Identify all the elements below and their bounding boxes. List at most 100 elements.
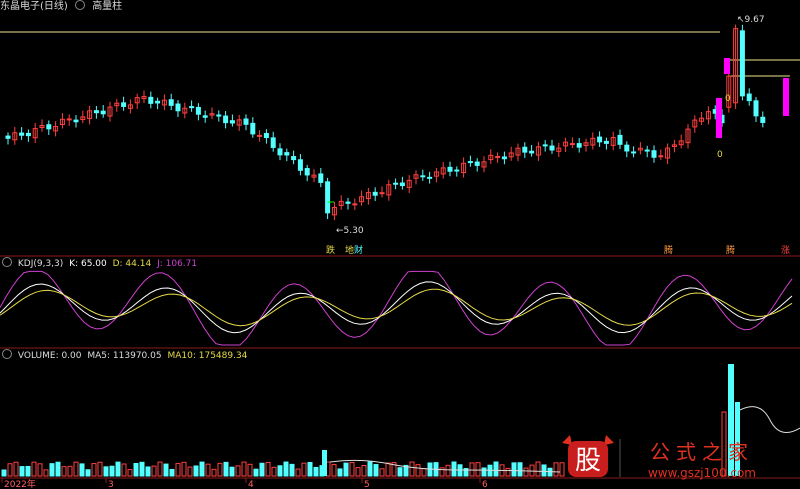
candle-body — [277, 148, 283, 156]
candle-body — [624, 144, 630, 152]
kdj-settings-icon[interactable] — [2, 257, 12, 267]
volume-header: VOLUME: 0.00 MA5: 113970.05 MA10: 175489… — [2, 349, 250, 362]
marker-zhang: 涨 — [781, 246, 791, 256]
volume-bar — [109, 465, 115, 477]
volume-bar — [103, 466, 109, 477]
volume-title: VOLUME: 0.00 — [17, 351, 82, 361]
volume-bar — [445, 464, 451, 477]
volume-bar — [19, 466, 25, 477]
watermark-url: www.gszj100.com — [648, 466, 756, 480]
candle-body — [19, 132, 25, 136]
volume-bar — [79, 463, 85, 477]
volume-bar — [145, 466, 151, 477]
volume-bar — [139, 461, 145, 477]
volume-bar — [43, 469, 49, 477]
volume-bar — [13, 461, 19, 477]
candle-body — [195, 106, 201, 115]
volume-bar — [409, 461, 415, 477]
volume-bar — [265, 461, 271, 477]
x-tick-label: 2022年 — [4, 478, 36, 489]
zero-label-b: 0 — [717, 150, 723, 160]
kdj-header: KDJ(9,3,3) K: 65.00 D: 44.14 J: 106.71 — [2, 257, 200, 270]
volume-bar — [259, 462, 265, 477]
volume-bar — [73, 461, 79, 477]
candle-body — [291, 156, 297, 161]
volume-bar — [193, 465, 199, 477]
volume-bar — [169, 468, 175, 477]
candle-body — [270, 137, 276, 148]
candle-body — [631, 151, 637, 154]
kdj-d: D: 44.14 — [112, 259, 152, 269]
candle-body — [495, 156, 501, 159]
stock-name: 东晶电子(日线) — [0, 1, 68, 12]
low-price-label: ←5.30 — [336, 226, 364, 236]
x-tick-label: 6 — [482, 480, 488, 489]
candle-body — [372, 191, 378, 196]
candle-body — [597, 136, 603, 143]
volume-bar — [55, 461, 61, 477]
kdj-panel — [0, 270, 793, 346]
chart-header: 东晶电子(日线) 高量柱 — [0, 0, 126, 14]
candle-body — [155, 100, 161, 104]
volume-bar — [247, 463, 253, 477]
candle-body — [257, 134, 263, 137]
volume-settings-icon[interactable] — [2, 349, 12, 359]
volume-bar — [529, 464, 535, 477]
candle-body — [66, 118, 72, 121]
candle-body — [542, 144, 548, 147]
candle-body — [189, 106, 195, 109]
volume-bar — [493, 461, 499, 477]
volume-bar — [67, 465, 73, 477]
candle-body — [420, 175, 426, 178]
volume-bar — [481, 467, 487, 477]
volume-bar — [523, 467, 529, 477]
candle-body — [651, 150, 657, 158]
candle-body — [263, 133, 269, 139]
volume-bar — [217, 462, 223, 477]
volume-bar — [415, 464, 421, 477]
kdj-j: J: 106.71 — [157, 259, 198, 269]
candle-body — [345, 201, 351, 204]
candle-body — [454, 169, 460, 172]
candle-body — [202, 115, 208, 118]
volume-bar — [295, 468, 301, 477]
volume-bar — [235, 465, 241, 477]
candle-body — [658, 155, 664, 158]
marker-cai: 财 — [354, 246, 364, 256]
volume-bar — [277, 465, 283, 477]
candle-body — [746, 93, 752, 102]
volume-bar — [85, 469, 91, 477]
x-axis: 2022年 3 4 5 6 — [1, 478, 488, 489]
candle-body — [46, 124, 52, 130]
watermark-text: 公式之家 — [650, 440, 754, 464]
volume-bar — [223, 461, 229, 477]
volume-bar — [349, 462, 355, 477]
x-tick-label: 5 — [364, 480, 370, 489]
candle-body — [576, 143, 582, 148]
volume-bar — [205, 463, 211, 477]
settings-icon[interactable] — [75, 0, 85, 10]
volume-bar — [175, 462, 181, 477]
stock-chart: 2022年 3 4 5 6 — [0, 24, 800, 489]
volume-bar — [115, 461, 121, 477]
candle-body — [168, 99, 174, 106]
volume-bar — [133, 462, 139, 477]
volume-bar — [517, 462, 523, 477]
candle-body — [427, 176, 433, 179]
volume-ma5-line-2 — [739, 406, 800, 433]
candle-body — [318, 173, 324, 183]
high-price-label: ↖9.67 — [737, 15, 765, 25]
candle-body — [501, 156, 507, 160]
candle-body — [569, 143, 575, 146]
volume-ma5: MA5: 113970.05 — [87, 351, 162, 361]
marker-die: 跌 — [326, 246, 336, 256]
candle-body — [352, 203, 358, 206]
candle-body — [760, 116, 766, 123]
volume-bar — [307, 461, 313, 477]
volume-bar — [163, 463, 169, 477]
candle-body — [325, 181, 331, 214]
volume-bar-spike — [322, 450, 327, 476]
candle-body — [175, 103, 181, 112]
candle-body — [284, 152, 290, 156]
x-tick-label: 3 — [108, 480, 114, 489]
